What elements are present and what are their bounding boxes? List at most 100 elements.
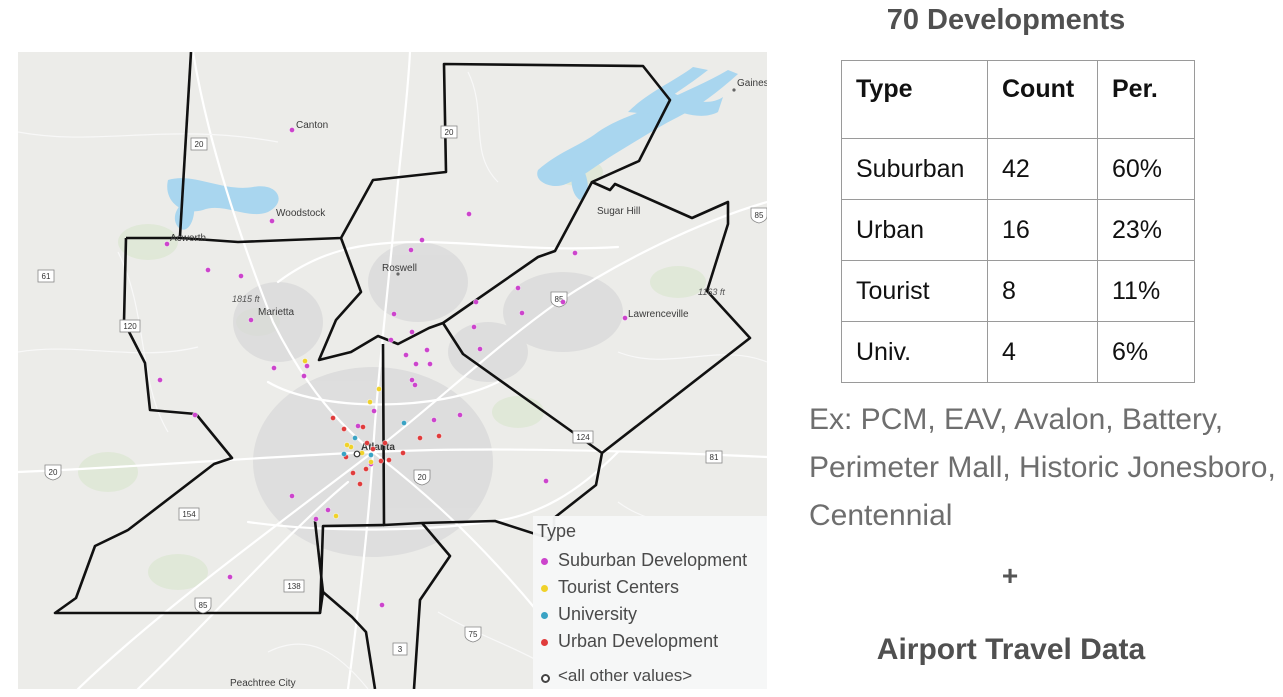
suburban-development-point[interactable] (355, 423, 361, 429)
suburban-development-point[interactable] (466, 211, 472, 217)
suburban-development-point[interactable] (313, 516, 319, 522)
tourist-development-point[interactable] (376, 386, 382, 392)
column-header-count: Count (987, 60, 1098, 139)
urban-development-point[interactable] (330, 415, 336, 421)
suburban-development-point[interactable] (622, 315, 628, 321)
suburban-development-point[interactable] (519, 310, 525, 316)
tourist-development-point[interactable] (333, 513, 339, 519)
suburban-development-point[interactable] (205, 267, 211, 273)
shield-120: 120 (119, 319, 141, 333)
urban-development-point[interactable] (417, 435, 423, 441)
suburban-development-point[interactable] (412, 382, 418, 388)
map-view[interactable]: Canton Woodstock Acworth Marietta Roswel… (18, 52, 767, 689)
airport-travel-data-heading: Airport Travel Data (876, 633, 1146, 666)
cell-count: 4 (987, 321, 1098, 383)
shield-124: 124 (572, 430, 594, 444)
suburban-development-point[interactable] (572, 250, 578, 256)
urban-development-point[interactable] (370, 446, 376, 452)
elevation-label-1: 1815 ft (232, 294, 260, 304)
table-row: Tourist 8 11% (841, 260, 1195, 322)
tourist-development-point[interactable] (302, 358, 308, 364)
urban-development-point[interactable] (382, 440, 388, 446)
urban-development-point[interactable] (378, 458, 384, 464)
cell-percent: 60% (1097, 138, 1195, 200)
elevation-label-2: 1163 ft (698, 287, 725, 297)
place-acworth: Acworth (170, 233, 206, 244)
suburban-development-point[interactable] (164, 241, 170, 247)
cell-percent: 23% (1097, 199, 1195, 261)
svg-text:81: 81 (710, 453, 719, 462)
urban-development-point[interactable] (357, 481, 363, 487)
suburban-development-point[interactable] (157, 377, 163, 383)
suburban-development-point[interactable] (289, 493, 295, 499)
place-lawrenceville: Lawrenceville (628, 309, 689, 320)
suburban-development-point[interactable] (289, 127, 295, 133)
urban-development-point[interactable] (363, 466, 369, 472)
table-row: Univ. 4 6% (841, 321, 1195, 383)
tourist-development-point[interactable] (344, 442, 350, 448)
tourist-development-point[interactable] (368, 459, 374, 465)
suburban-development-point[interactable] (269, 218, 275, 224)
suburban-development-point[interactable] (227, 574, 233, 580)
suburban-development-point[interactable] (427, 361, 433, 367)
suburban-development-point[interactable] (403, 352, 409, 358)
suburban-development-point[interactable] (379, 602, 385, 608)
suburban-development-point[interactable] (431, 417, 437, 423)
suburban-development-point[interactable] (301, 373, 307, 379)
suburban-development-point[interactable] (248, 317, 254, 323)
suburban-development-point[interactable] (371, 408, 377, 414)
tourist-development-point[interactable] (367, 399, 373, 405)
other-value-point[interactable] (353, 450, 361, 458)
legend-label: Urban Development (558, 631, 719, 651)
suburban-development-point[interactable] (409, 377, 415, 383)
suburban-development-point[interactable] (457, 412, 463, 418)
suburban-development-point[interactable] (271, 365, 277, 371)
shield-3: 3 (392, 642, 408, 656)
suburban-development-point[interactable] (238, 273, 244, 279)
suburban-development-point[interactable] (391, 311, 397, 317)
place-roswell: Roswell (382, 263, 417, 274)
urban-development-point[interactable] (360, 424, 366, 430)
suburban-development-point[interactable] (413, 361, 419, 367)
column-header-type: Type (841, 60, 988, 139)
shield-i85-east: 85 (750, 207, 767, 224)
suburban-dot-icon (541, 558, 548, 565)
urban-development-point[interactable] (386, 457, 392, 463)
urban-development-point[interactable] (350, 470, 356, 476)
legend-item-tourist: Tourist Centers (537, 577, 767, 601)
urban-development-point[interactable] (341, 426, 347, 432)
suburban-development-point[interactable] (409, 329, 415, 335)
shield-138: 138 (283, 579, 305, 593)
suburban-development-point[interactable] (515, 285, 521, 291)
shield-i20-west: 20 (44, 464, 62, 481)
university-development-point[interactable] (368, 452, 374, 458)
urban-development-point[interactable] (364, 440, 370, 446)
cell-type: Suburban (841, 138, 988, 200)
suburban-development-point[interactable] (477, 346, 483, 352)
suburban-development-point[interactable] (543, 478, 549, 484)
university-development-point[interactable] (401, 420, 407, 426)
legend-item-other: <all other values> (537, 666, 767, 689)
suburban-development-point[interactable] (471, 324, 477, 330)
suburban-development-point[interactable] (325, 507, 331, 513)
svg-text:3: 3 (398, 645, 403, 654)
suburban-development-point[interactable] (192, 412, 198, 418)
svg-text:124: 124 (576, 433, 590, 442)
shield-20-north-west: 20 (190, 137, 208, 151)
suburban-development-point[interactable] (473, 299, 479, 305)
svg-text:85: 85 (755, 211, 764, 220)
suburban-development-point[interactable] (388, 337, 394, 343)
cell-percent: 11% (1097, 260, 1195, 322)
suburban-development-point[interactable] (304, 363, 310, 369)
urban-development-point[interactable] (436, 433, 442, 439)
developments-title: 70 Developments (886, 4, 1126, 36)
university-development-point[interactable] (341, 451, 347, 457)
suburban-development-point[interactable] (408, 247, 414, 253)
urban-development-point[interactable] (400, 450, 406, 456)
suburban-development-point[interactable] (424, 347, 430, 353)
suburban-development-point[interactable] (419, 237, 425, 243)
svg-text:85: 85 (199, 601, 208, 610)
university-development-point[interactable] (352, 435, 358, 441)
urban-dot-icon (541, 639, 548, 646)
suburban-development-point[interactable] (560, 299, 566, 305)
